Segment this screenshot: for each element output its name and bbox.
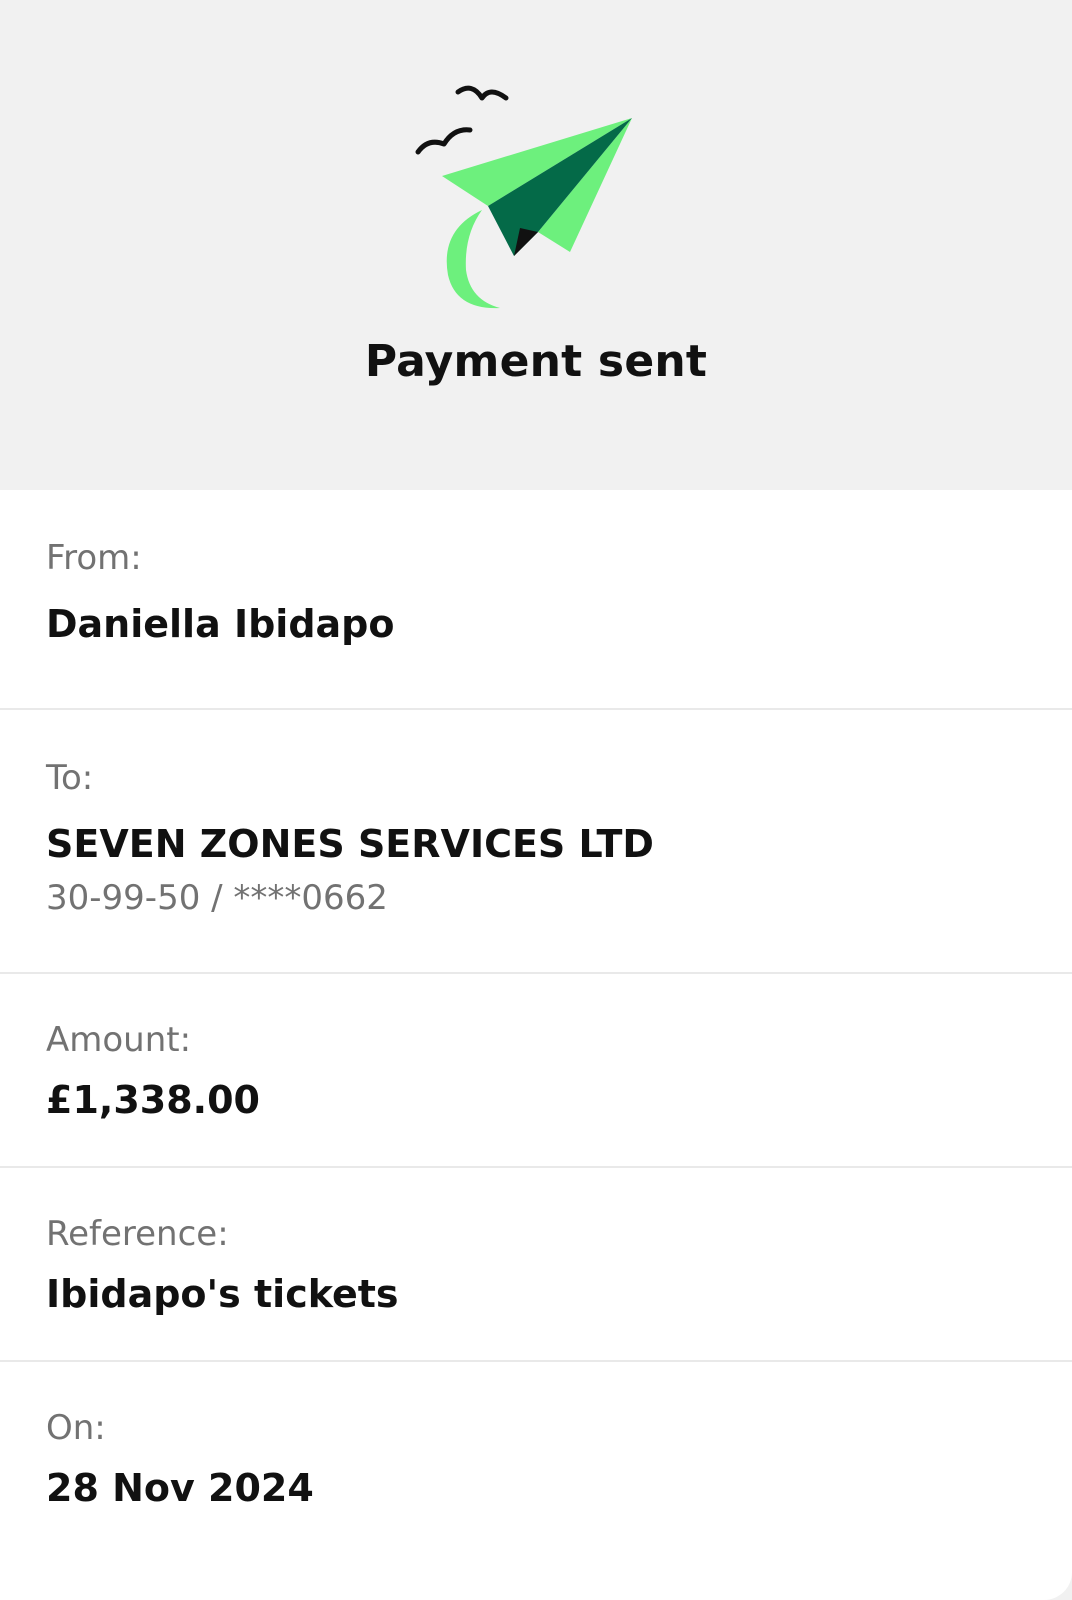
amount-label: Amount: bbox=[46, 1020, 192, 1060]
from-value: Daniella Ibidapo bbox=[46, 602, 395, 646]
to-account-number: 30-99-50 / ****0662 bbox=[46, 878, 388, 918]
payment-details-card: From: Daniella Ibidapo To: SEVEN ZONES S… bbox=[0, 490, 1072, 1600]
confirmation-header: Payment sent bbox=[0, 0, 1072, 490]
trail-swoosh bbox=[446, 210, 500, 309]
date-value: 28 Nov 2024 bbox=[46, 1466, 314, 1510]
detail-row-from: From: Daniella Ibidapo bbox=[0, 490, 1072, 710]
page-title: Payment sent bbox=[364, 336, 708, 387]
reference-label: Reference: bbox=[46, 1214, 229, 1254]
paper-plane-with-birds-icon bbox=[415, 85, 632, 309]
reference-value: Ibidapo's tickets bbox=[46, 1272, 399, 1316]
date-label: On: bbox=[46, 1408, 106, 1448]
from-label: From: bbox=[46, 538, 142, 578]
detail-row-date: On: 28 Nov 2024 bbox=[0, 1362, 1072, 1600]
payment-confirmation-screen: Payment sent From: Daniella Ibidapo To: … bbox=[0, 0, 1072, 1600]
detail-row-amount: Amount: £1,338.00 bbox=[0, 974, 1072, 1168]
bird-icon bbox=[415, 127, 473, 155]
to-value: SEVEN ZONES SERVICES LTD bbox=[46, 822, 654, 866]
amount-value: £1,338.00 bbox=[46, 1078, 260, 1122]
bird-icon bbox=[455, 85, 509, 101]
to-label: To: bbox=[46, 758, 94, 798]
detail-row-reference: Reference: Ibidapo's tickets bbox=[0, 1168, 1072, 1362]
detail-row-to: To: SEVEN ZONES SERVICES LTD 30-99-50 / … bbox=[0, 710, 1072, 974]
